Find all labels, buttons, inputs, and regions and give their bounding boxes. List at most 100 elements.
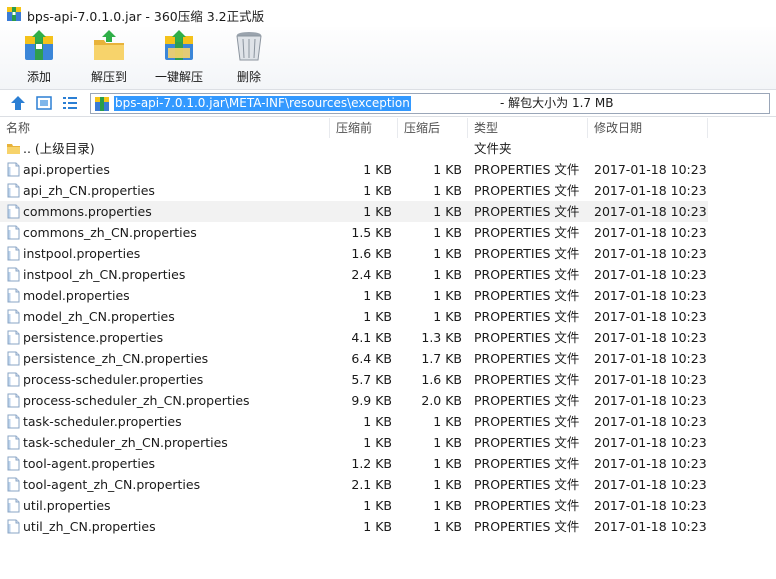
navigation-bar: bps-api-7.0.1.0.jar\META-INF\resources\e… bbox=[0, 89, 776, 117]
file-modified-date: 2017-01-18 10:23 bbox=[594, 162, 707, 177]
folder-icon bbox=[7, 144, 20, 154]
properties-file-icon bbox=[7, 435, 20, 450]
column-type[interactable]: 类型 bbox=[468, 118, 588, 138]
add-button[interactable]: 添加 bbox=[3, 30, 75, 87]
file-compressed-size: 2.0 KB bbox=[421, 393, 462, 408]
file-modified-date: 2017-01-18 10:23 bbox=[594, 519, 707, 534]
file-compressed-size: 1.7 KB bbox=[421, 351, 462, 366]
file-packed-size: 5.7 KB bbox=[351, 372, 392, 387]
one-click-extract-icon bbox=[165, 30, 193, 60]
table-row[interactable]: tool-agent_zh_CN.properties 2.1 KB 1 KB PRO… bbox=[0, 474, 708, 495]
column-compressed-size[interactable]: 压缩后 bbox=[398, 118, 468, 138]
file-type: PROPERTIES 文件 bbox=[474, 456, 580, 471]
file-name: commons.properties bbox=[23, 204, 152, 219]
file-name: instpool.properties bbox=[23, 246, 141, 261]
file-name: api_zh_CN.properties bbox=[23, 183, 155, 198]
file-packed-size: 1 KB bbox=[363, 183, 392, 198]
column-modified-date[interactable]: 修改日期 bbox=[588, 118, 708, 138]
properties-file-icon bbox=[7, 183, 20, 198]
table-row[interactable]: commons_zh_CN.properties 1.5 KB 1 KB PROPER… bbox=[0, 222, 708, 243]
extract-to-label: 解压到 bbox=[90, 70, 127, 84]
file-modified-date: 2017-01-18 10:23 bbox=[594, 414, 707, 429]
table-row[interactable]: task-scheduler_zh_CN.properties 1 KB 1 KB P… bbox=[0, 432, 708, 453]
file-type: PROPERTIES 文件 bbox=[474, 414, 580, 429]
file-packed-size: 1 KB bbox=[363, 498, 392, 513]
file-packed-size: 9.9 KB bbox=[351, 393, 392, 408]
table-row[interactable]: process-scheduler_zh_CN.properties 9.9 KB… bbox=[0, 390, 708, 411]
properties-file-icon bbox=[7, 225, 20, 240]
file-type: PROPERTIES 文件 bbox=[474, 246, 580, 261]
parent-directory-row[interactable]: .. (上级目录) 文件夹 bbox=[0, 138, 708, 159]
one-click-extract-button[interactable]: 一键解压 bbox=[143, 30, 215, 87]
file-list: .. (上级目录) 文件夹 api.properties 1 KB 1 KB PROP… bbox=[0, 138, 776, 579]
properties-file-icon bbox=[7, 351, 20, 366]
up-arrow-icon[interactable] bbox=[10, 95, 26, 111]
file-packed-size: 1 KB bbox=[363, 204, 392, 219]
address-bar[interactable]: bps-api-7.0.1.0.jar\META-INF\resources\e… bbox=[90, 93, 770, 114]
file-modified-date: 2017-01-18 10:23 bbox=[594, 183, 707, 198]
file-packed-size: 1 KB bbox=[363, 309, 392, 324]
file-compressed-size: 1 KB bbox=[433, 477, 462, 492]
file-type: PROPERTIES 文件 bbox=[474, 162, 580, 177]
file-compressed-size: 1 KB bbox=[433, 519, 462, 534]
table-row[interactable]: persistence.properties 4.1 KB 1.3 KB PROPER… bbox=[0, 327, 708, 348]
delete-button[interactable]: 删除 bbox=[213, 30, 285, 87]
properties-file-icon bbox=[7, 456, 20, 471]
file-modified-date: 2017-01-18 10:23 bbox=[594, 309, 707, 324]
file-name: util_zh_CN.properties bbox=[23, 519, 156, 534]
unpacked-size-info: - 解包大小为 1.7 MB bbox=[500, 96, 614, 110]
file-name: api.properties bbox=[23, 162, 110, 177]
table-row[interactable]: model_zh_CN.properties 1 KB 1 KB PROPERTIES… bbox=[0, 306, 708, 327]
file-compressed-size: 1 KB bbox=[433, 267, 462, 282]
one-click-extract-label: 一键解压 bbox=[154, 70, 203, 84]
file-packed-size: 1 KB bbox=[363, 162, 392, 177]
column-packed-size[interactable]: 压缩前 bbox=[330, 118, 398, 138]
file-modified-date: 2017-01-18 10:23 bbox=[594, 330, 707, 345]
properties-file-icon bbox=[7, 393, 20, 408]
table-row[interactable]: task-scheduler.properties 1 KB 1 KB PROPERT… bbox=[0, 411, 708, 432]
properties-file-icon bbox=[7, 309, 20, 324]
file-packed-size: 1 KB bbox=[363, 435, 392, 450]
thumbnail-view-icon[interactable] bbox=[36, 95, 52, 111]
file-packed-size: 1 KB bbox=[363, 414, 392, 429]
file-name: process-scheduler_zh_CN.properties bbox=[23, 393, 250, 408]
file-modified-date: 2017-01-18 10:23 bbox=[594, 225, 707, 240]
table-row[interactable]: instpool_zh_CN.properties 2.4 KB 1 KB PROPE… bbox=[0, 264, 708, 285]
table-row[interactable]: tool-agent.properties 1.2 KB 1 KB PROPERTIE… bbox=[0, 453, 708, 474]
file-compressed-size: 1 KB bbox=[433, 162, 462, 177]
table-row[interactable]: persistence_zh_CN.properties 6.4 KB 1.7 KB… bbox=[0, 348, 708, 369]
file-name: instpool_zh_CN.properties bbox=[23, 267, 186, 282]
file-type: PROPERTIES 文件 bbox=[474, 309, 580, 324]
file-packed-size: 1.5 KB bbox=[351, 225, 392, 240]
add-label: 添加 bbox=[26, 70, 51, 84]
column-name[interactable]: 名称 bbox=[0, 118, 330, 138]
table-row[interactable]: util.properties 1 KB 1 KB PROPERTIES 文件 2017… bbox=[0, 495, 708, 516]
address-path[interactable]: bps-api-7.0.1.0.jar\META-INF\resources\e… bbox=[114, 96, 411, 111]
archive-icon bbox=[7, 7, 21, 21]
file-packed-size: 2.4 KB bbox=[351, 267, 392, 282]
column-header: 名称 压缩前 压缩后 类型 修改日期 bbox=[0, 118, 776, 138]
list-view-icon[interactable] bbox=[62, 95, 78, 111]
file-packed-size: 1 KB bbox=[363, 288, 392, 303]
file-modified-date: 2017-01-18 10:23 bbox=[594, 351, 707, 366]
table-row[interactable]: model.properties 1 KB 1 KB PROPERTIES 文件 201… bbox=[0, 285, 708, 306]
file-compressed-size: 1 KB bbox=[433, 435, 462, 450]
file-modified-date: 2017-01-18 10:23 bbox=[594, 246, 707, 261]
archive-icon bbox=[95, 97, 109, 111]
table-row[interactable]: instpool.properties 1.6 KB 1 KB PROPERTIES … bbox=[0, 243, 708, 264]
file-packed-size: 1.6 KB bbox=[351, 246, 392, 261]
file-modified-date: 2017-01-18 10:23 bbox=[594, 393, 707, 408]
table-row[interactable]: util_zh_CN.properties 1 KB 1 KB PROPERTIES … bbox=[0, 516, 708, 537]
table-row[interactable]: commons.properties 1 KB 1 KB PROPERTIES 文件 2… bbox=[0, 201, 708, 222]
table-row[interactable]: api.properties 1 KB 1 KB PROPERTIES 文件 2017-… bbox=[0, 159, 708, 180]
extract-to-button[interactable]: 解压到 bbox=[73, 30, 145, 87]
properties-file-icon bbox=[7, 204, 20, 219]
file-packed-size: 6.4 KB bbox=[351, 351, 392, 366]
table-row[interactable]: process-scheduler.properties 5.7 KB 1.6 KB… bbox=[0, 369, 708, 390]
file-type: PROPERTIES 文件 bbox=[474, 435, 580, 450]
file-modified-date: 2017-01-18 10:23 bbox=[594, 288, 707, 303]
file-name: persistence.properties bbox=[23, 330, 164, 345]
window-title: bps-api-7.0.1.0.jar - 360压缩 3.2正式版 bbox=[27, 9, 265, 24]
table-row[interactable]: api_zh_CN.properties 1 KB 1 KB PROPERTIES 文… bbox=[0, 180, 708, 201]
file-type: PROPERTIES 文件 bbox=[474, 498, 580, 513]
